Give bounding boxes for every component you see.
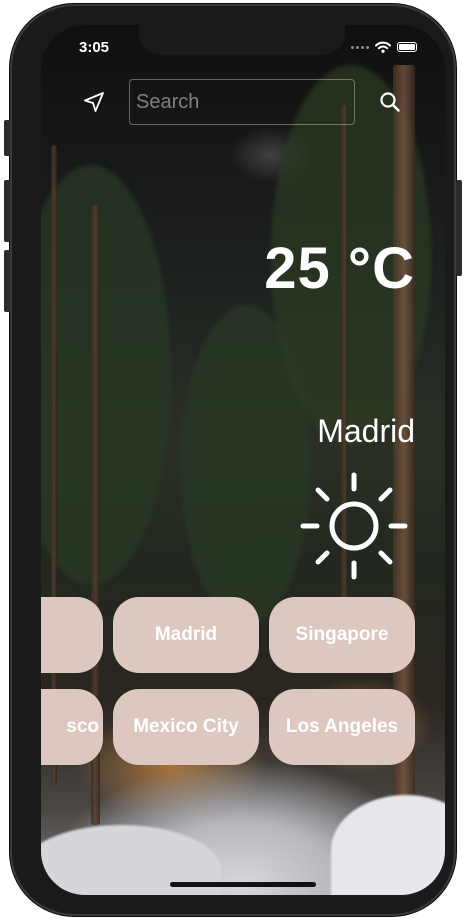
search-icon xyxy=(380,92,400,112)
city-chip-label: Madrid xyxy=(154,624,218,645)
city-chip-partial[interactable]: sco xyxy=(41,689,103,765)
city-chip-partial[interactable] xyxy=(41,597,103,673)
current-location-button[interactable] xyxy=(77,85,111,119)
background-snow xyxy=(331,795,445,895)
city-chip-madrid[interactable]: Madrid xyxy=(113,597,259,673)
home-indicator[interactable] xyxy=(170,882,316,887)
city-chip-label: Mexico City xyxy=(133,716,239,737)
city-chip-mexico-city[interactable]: Mexico City xyxy=(113,689,259,765)
volume-down-button xyxy=(4,250,10,312)
search-button[interactable] xyxy=(373,85,407,119)
device-notch xyxy=(139,25,345,55)
app-screen: 3:05 25 °C Madrid xyxy=(41,25,445,895)
city-chip-singapore[interactable]: Singapore xyxy=(269,597,415,673)
city-chip-label: Singapore xyxy=(295,624,389,645)
city-chip-label: sco xyxy=(66,716,99,737)
city-chip-label: Los Angeles xyxy=(285,716,399,737)
sun-icon xyxy=(300,472,408,580)
battery-icon xyxy=(397,42,417,52)
power-button xyxy=(456,180,462,276)
mute-switch xyxy=(4,120,10,156)
search-input[interactable] xyxy=(129,79,355,125)
city-name: Madrid xyxy=(317,413,415,449)
wifi-icon xyxy=(375,41,391,53)
volume-up-button xyxy=(4,180,10,242)
navigation-arrow-icon xyxy=(84,92,104,112)
city-chip-los-angeles[interactable]: Los Angeles xyxy=(269,689,415,765)
cellular-signal-icon xyxy=(351,45,369,49)
status-icons xyxy=(351,41,417,53)
phone-frame: 3:05 25 °C Madrid xyxy=(4,4,462,916)
temperature-value: 25 °C xyxy=(264,236,415,301)
status-time: 3:05 xyxy=(79,39,110,56)
background-foliage xyxy=(41,165,171,585)
